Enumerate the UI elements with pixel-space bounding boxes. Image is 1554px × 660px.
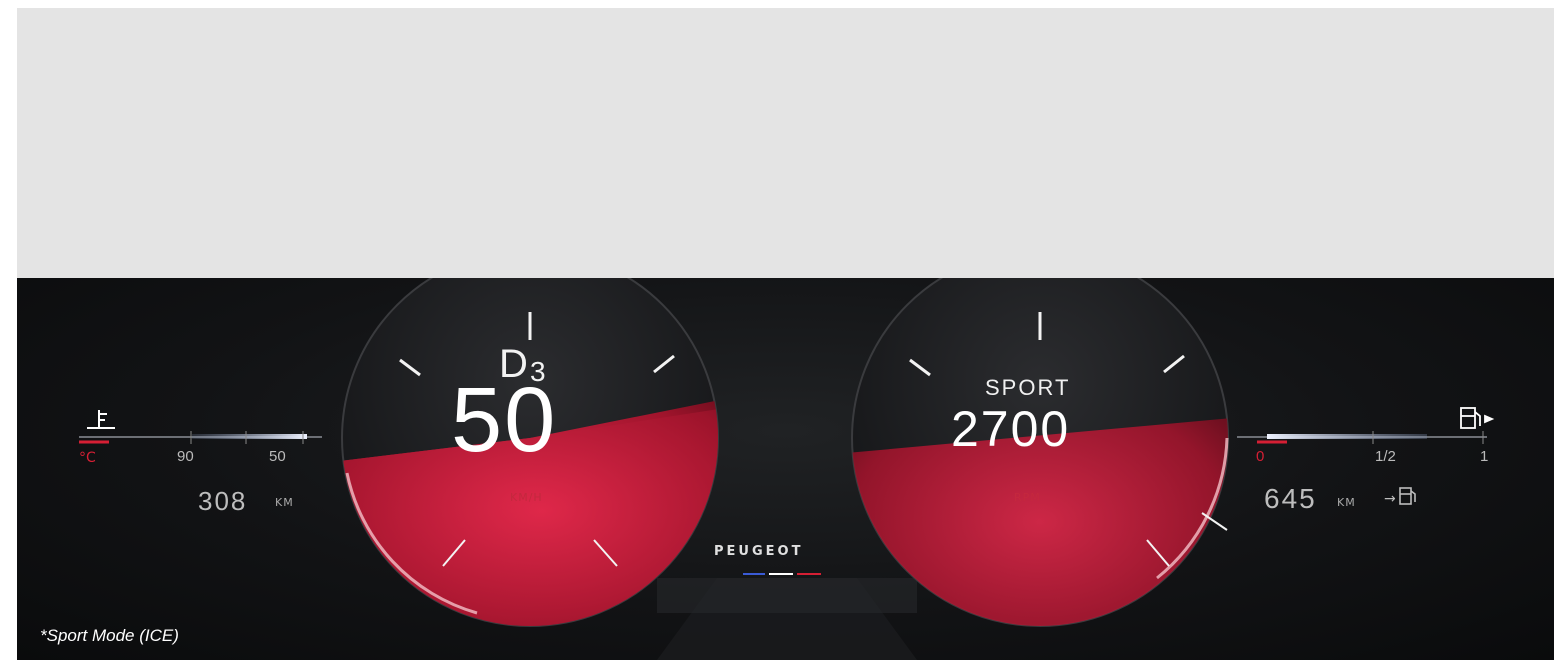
rpm-unit: RPM (1014, 491, 1041, 504)
speed-unit: KM/H (510, 491, 543, 504)
range-left-unit: KM (275, 496, 294, 509)
range-left-value: 308 (198, 486, 248, 516)
rpm-value: 2700 (951, 401, 1071, 457)
speed-value: 50 (451, 369, 558, 471)
fuel-tick-full: 1 (1480, 448, 1489, 465)
fuel-pump-icon (1460, 407, 1495, 429)
arrow-right-icon: → (1384, 491, 1396, 507)
drive-mode-label: SPORT (985, 375, 1071, 400)
coolant-temperature-icon (87, 410, 115, 429)
fuel-tick-half: 1/2 (1375, 448, 1396, 465)
coolant-tick-50: 50 (269, 448, 286, 465)
cluster-graphics (79, 278, 1495, 660)
range-right-value: 645 (1264, 483, 1317, 514)
top-blank-band (17, 8, 1554, 278)
fuel-tick-0: 0 (1256, 448, 1265, 465)
fuel-range-icon (1399, 487, 1416, 505)
brand-logo: PEUGEOT (714, 544, 804, 559)
coolant-gauge (79, 431, 322, 444)
range-right-unit: KM (1337, 496, 1356, 509)
coolant-tick-90: 90 (177, 448, 194, 465)
caption-text: *Sport Mode (ICE) (40, 626, 179, 645)
fuel-gauge (1237, 431, 1487, 444)
coolant-unit: °C (79, 450, 96, 466)
instrument-cluster: D 3 50 KM/H SPORT 2700 RPM °C 90 50 0 1/… (17, 278, 1554, 660)
